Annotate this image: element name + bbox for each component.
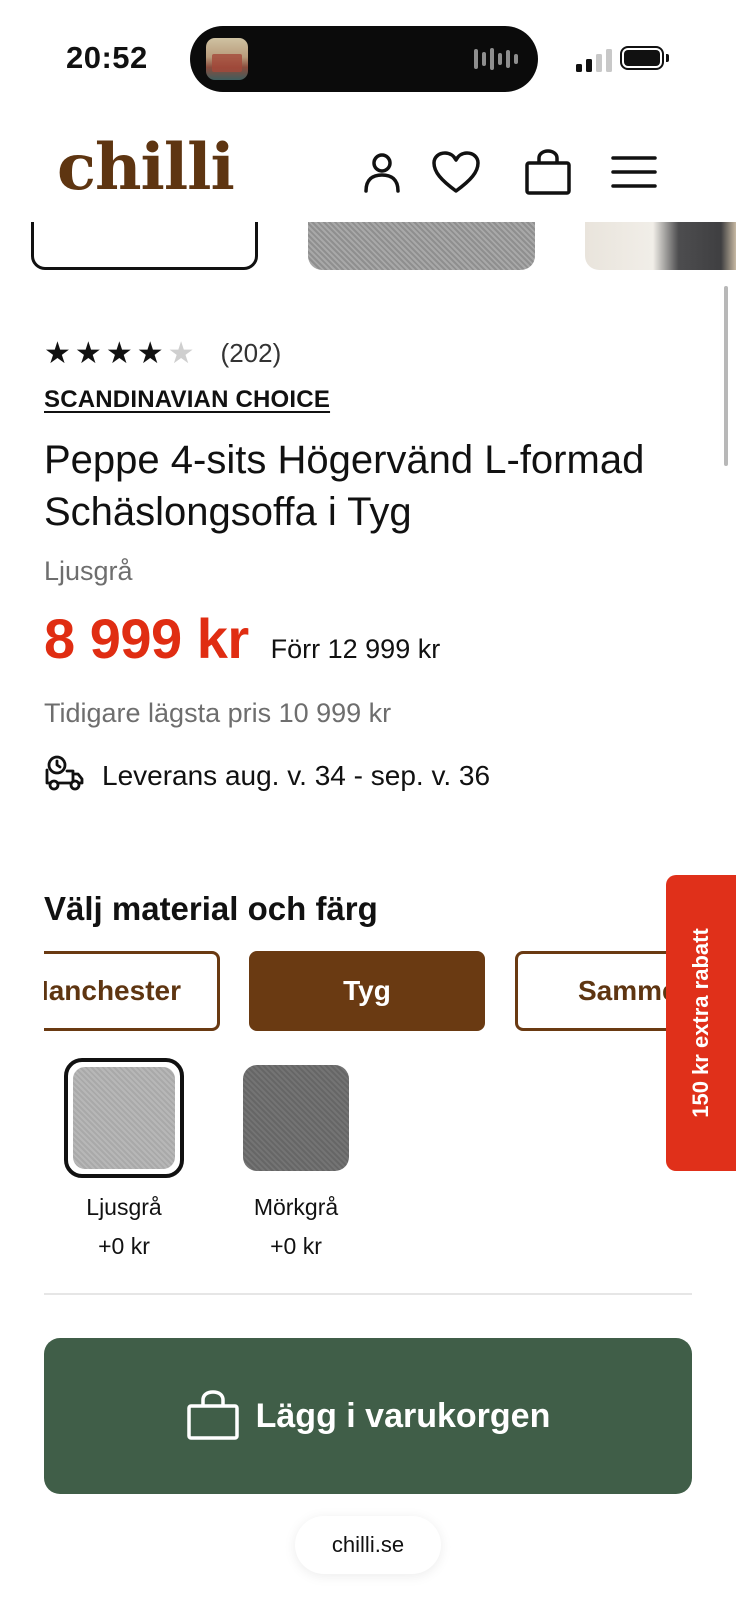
add-to-cart-label: Lägg i varukorgen (255, 1396, 551, 1435)
wishlist-heart-icon[interactable] (430, 146, 482, 198)
review-count: (202) (220, 338, 282, 368)
material-selector: Manchester Tyg Sammet (44, 951, 736, 1033)
chilli-logo[interactable]: chilli (57, 130, 235, 205)
star-rating: ★ ★ ★ ★ ★ (44, 336, 195, 370)
thumbnail-room[interactable] (585, 222, 736, 270)
swatch-name: Mörkgrå (253, 1194, 339, 1220)
extra-discount-tab[interactable]: 150 kr extra rabatt (666, 875, 736, 1171)
star-full-icon: ★ (44, 336, 71, 370)
browser-url-pill[interactable]: chilli.se (295, 1516, 441, 1574)
lowest-price-note: Tidigare lägsta pris 10 999 kr (44, 698, 392, 728)
delivery-text: Leverans aug. v. 34 - sep. v. 36 (102, 759, 491, 791)
delivery-info: Leverans aug. v. 34 - sep. v. 36 (44, 754, 490, 797)
status-bar: 20:52 (0, 0, 736, 110)
current-price: 8 999 kr (44, 607, 249, 670)
price-row: 8 999 kr Förr 12 999 kr (44, 606, 440, 671)
material-section-title: Välj material och färg (44, 890, 378, 927)
thumbnail-fabric[interactable] (308, 222, 535, 270)
swatch-frame (64, 1058, 184, 1178)
old-price: Förr 12 999 kr (270, 634, 441, 664)
audio-waveform-icon (474, 47, 518, 71)
swatch-option-ljusgra[interactable]: Ljusgrå +0 kr (44, 1058, 204, 1260)
delivery-truck-icon (44, 754, 84, 797)
status-time: 20:52 (66, 40, 148, 75)
product-title: Peppe 4-sits Högervänd L-formad Schäslon… (44, 438, 645, 534)
site-header: chilli (0, 110, 736, 220)
battery-icon (620, 46, 669, 70)
star-full-icon: ★ (74, 336, 102, 370)
swatch-price: +0 kr (98, 1233, 150, 1259)
color-swatches: Ljusgrå +0 kr Mörkgrå +0 kr (44, 1058, 388, 1260)
brand-link[interactable]: SCANDINAVIAN CHOICE (44, 386, 330, 414)
material-option-tyg[interactable]: Tyg (249, 951, 485, 1031)
page-scrollbar[interactable] (724, 286, 728, 466)
product-variant: Ljusgrå (44, 556, 133, 586)
product-rating[interactable]: ★ ★ ★ ★ ★ (202) (44, 338, 281, 369)
star-empty-icon: ★ (167, 336, 195, 370)
material-option-manchester[interactable]: Manchester (44, 951, 220, 1031)
shopping-bag-icon[interactable] (522, 146, 574, 198)
star-full-icon: ★ (136, 336, 164, 370)
dynamic-island[interactable] (190, 26, 538, 92)
cellular-signal-icon (576, 49, 612, 72)
discount-label: 150 kr extra rabatt (688, 928, 713, 1118)
swatch-price: +0 kr (270, 1233, 322, 1259)
star-full-icon: ★ (105, 336, 133, 370)
product-thumbnails (0, 222, 736, 272)
shopping-bag-icon (186, 1389, 240, 1443)
now-playing-artwork (206, 38, 248, 80)
divider (44, 1293, 692, 1295)
swatch-frame (236, 1058, 356, 1178)
thumbnail-selected[interactable] (31, 222, 258, 270)
account-icon[interactable] (356, 146, 408, 198)
swatch-color-dark-grey (243, 1065, 349, 1171)
swatch-option-morkgra[interactable]: Mörkgrå +0 kr (216, 1058, 376, 1260)
swatch-name: Ljusgrå (86, 1194, 162, 1220)
menu-hamburger-icon[interactable] (608, 146, 660, 198)
add-to-cart-button[interactable]: Lägg i varukorgen (44, 1338, 692, 1494)
swatch-color-light-grey (71, 1065, 177, 1171)
